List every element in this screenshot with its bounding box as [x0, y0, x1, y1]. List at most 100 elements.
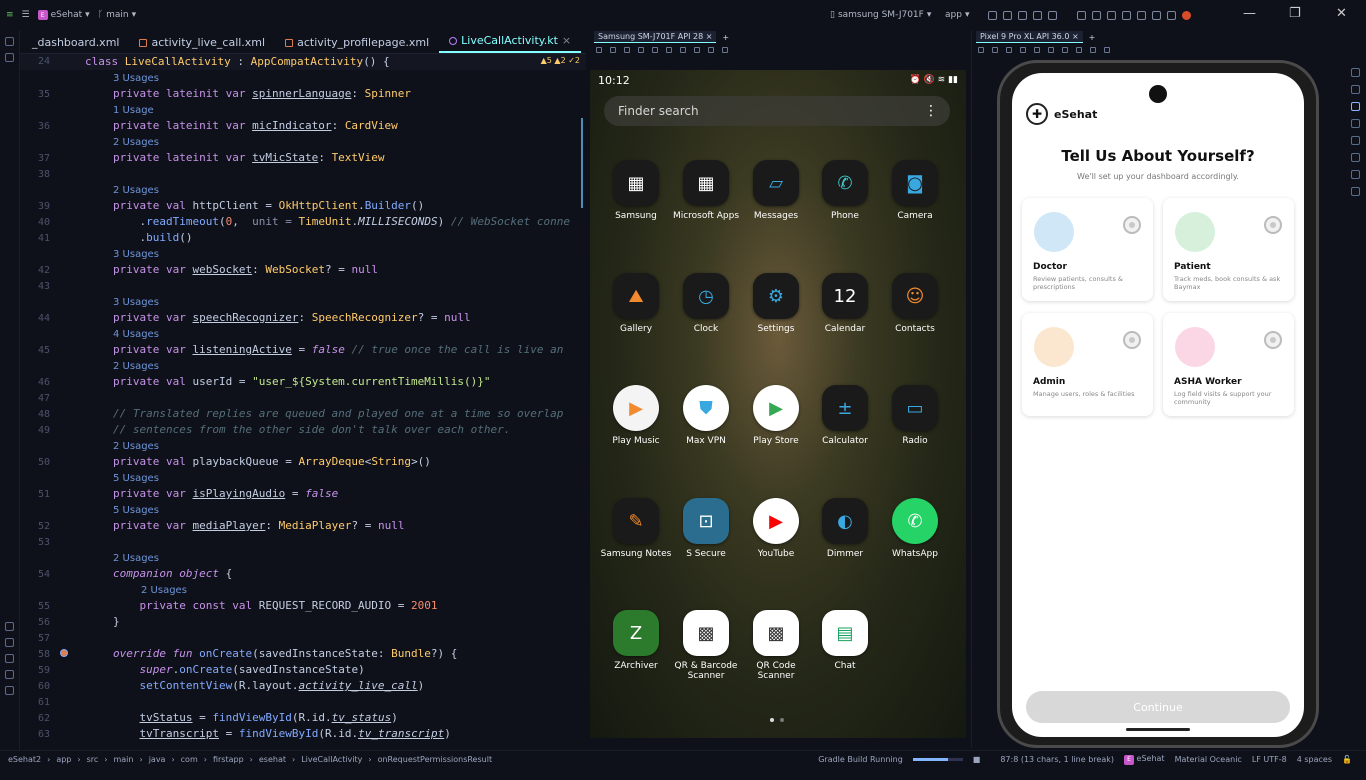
code-line[interactable]: }	[113, 615, 120, 628]
app-contacts[interactable]: ☺ Contacts	[879, 273, 951, 334]
app-samsung[interactable]: ▦ Samsung	[600, 160, 672, 221]
role-card-patient[interactable]: Patient Track meds, book consults & ask …	[1163, 198, 1294, 301]
app-clock[interactable]: ◷ Clock	[670, 273, 742, 334]
more-vert-icon[interactable]: ⋮	[924, 103, 938, 119]
code-line[interactable]: tvTranscript = findViewById(R.id.tv_tran…	[113, 727, 451, 740]
minimize-icon[interactable]: —	[1243, 6, 1256, 21]
code-line[interactable]: private val playbackQueue = ArrayDeque<S…	[113, 455, 431, 468]
code-line[interactable]: private var webSocket: WebSocket? = null	[113, 263, 378, 276]
override-gutter-icon[interactable]	[60, 649, 68, 657]
sticky-header[interactable]: 24 class LiveCallActivity : AppCompatAct…	[20, 54, 586, 70]
continue-button[interactable]: Continue	[1026, 691, 1290, 723]
role-card-asha-worker[interactable]: ASHA Worker Log field visits & support y…	[1163, 313, 1294, 416]
app-youtube[interactable]: ▶ YouTube	[740, 498, 812, 559]
screenshot-icon[interactable]	[1076, 47, 1082, 53]
role-card-doctor[interactable]: Doctor Review patients, consults & presc…	[1022, 198, 1153, 301]
usages-hint[interactable]: 5 Usages	[113, 473, 159, 484]
breadcrumb-item[interactable]: com	[181, 755, 198, 764]
usages-hint[interactable]: 3 Usages	[113, 73, 159, 84]
role-radio[interactable]	[1123, 216, 1141, 234]
tab-activity-profilepage-xml[interactable]: activity_profilepage.xml	[275, 36, 439, 53]
volume-up-icon[interactable]	[610, 47, 616, 53]
device-explorer-icon[interactable]	[1350, 153, 1360, 162]
notifications-icon[interactable]	[1350, 68, 1360, 77]
breadcrumb-item[interactable]: firstapp	[213, 755, 244, 764]
overview-icon[interactable]	[1062, 47, 1068, 53]
theme-widget[interactable]: Material Oceanic	[1175, 755, 1242, 764]
add-tab-icon[interactable]: +	[1089, 33, 1096, 42]
maximize-icon[interactable]: ❐	[1289, 6, 1301, 21]
sync-icon[interactable]	[1092, 10, 1101, 20]
usages-hint[interactable]: 3 Usages	[113, 249, 159, 260]
running-devices-icon[interactable]	[1350, 102, 1360, 111]
breadcrumb-item[interactable]: src	[87, 755, 99, 764]
commit-icon[interactable]	[5, 53, 14, 62]
role-card-admin[interactable]: Admin Manage users, roles & facilities	[1022, 313, 1153, 416]
search-icon[interactable]	[1152, 10, 1161, 20]
settings-icon[interactable]	[1167, 10, 1176, 20]
breadcrumb-item[interactable]: esehat	[259, 755, 286, 764]
avd-icon[interactable]	[1107, 10, 1116, 20]
breadcrumb-item[interactable]: app	[56, 755, 71, 764]
structure-icon[interactable]	[5, 622, 14, 631]
code-line[interactable]: private var isPlayingAudio = false	[113, 487, 338, 500]
usages-hint[interactable]: 5 Usages	[113, 505, 159, 516]
usages-hint[interactable]: 3 Usages	[113, 297, 159, 308]
close-icon[interactable]: ✕	[1336, 6, 1347, 21]
scrollbar[interactable]	[581, 118, 583, 208]
role-radio[interactable]	[1123, 331, 1141, 349]
code-line[interactable]: private val userId = "user_${System.curr…	[113, 375, 491, 388]
app-settings[interactable]: ⚙ Settings	[740, 273, 812, 334]
code-line[interactable]: private var listeningActive = false // t…	[113, 343, 563, 356]
layout-inspector-icon[interactable]	[1137, 10, 1146, 20]
sdk-icon[interactable]	[1122, 10, 1131, 20]
app-calculator[interactable]: ± Calculator	[809, 385, 881, 446]
usages-hint[interactable]: 2 Usages	[113, 137, 159, 148]
app-whatsapp[interactable]: ✆ WhatsApp	[879, 498, 951, 559]
code-line[interactable]: private lateinit var tvMicState: TextVie…	[113, 151, 385, 164]
run-config-selector[interactable]: app ▾	[945, 10, 969, 20]
assistant-icon[interactable]	[1350, 170, 1360, 179]
project-widget[interactable]: E eSehat	[1123, 754, 1165, 765]
code-line[interactable]: tvStatus = findViewById(R.id.tv_status)	[113, 711, 398, 724]
breadcrumb-item[interactable]: java	[149, 755, 166, 764]
app-qr-code-scanner[interactable]: ▩ QR Code Scanner	[740, 610, 812, 681]
home-icon[interactable]	[1048, 47, 1054, 53]
code-line[interactable]: private lateinit var micIndicator: CardV…	[113, 119, 398, 132]
app-qr-barcode-scanner[interactable]: ▩ QR & Barcode Scanner	[670, 610, 742, 681]
app-camera[interactable]: ◙ Camera	[879, 160, 951, 221]
stop-icon[interactable]	[1018, 10, 1027, 20]
role-radio[interactable]	[1264, 216, 1282, 234]
app-microsoft-apps[interactable]: ▦ Microsoft Apps	[670, 160, 742, 221]
usages-hint[interactable]: 2 Usages	[113, 361, 159, 372]
code-line[interactable]: private lateinit var spinnerLanguage: Sp…	[113, 87, 411, 100]
power-icon[interactable]	[596, 47, 602, 53]
usages-hint[interactable]: 1 Usage	[113, 105, 154, 116]
app-calendar[interactable]: 12 Calendar	[809, 273, 881, 334]
indent-widget[interactable]: 4 spaces	[1297, 755, 1332, 764]
hamburger-icon[interactable]: ☰	[22, 10, 30, 20]
more-icon[interactable]	[1048, 10, 1057, 20]
terminal-icon[interactable]	[5, 654, 14, 663]
background-task-label[interactable]: Gradle Build Running	[818, 755, 903, 764]
code-area[interactable]: 3 Usages 35 private lateinit var spinnerLa…	[20, 70, 586, 760]
code-line[interactable]: .build()	[113, 231, 192, 244]
tab-activity-live-call-xml[interactable]: activity_live_call.xml	[129, 36, 275, 53]
app-play-music[interactable]: ▶ Play Music	[600, 385, 672, 446]
back-icon[interactable]	[652, 47, 658, 53]
refresh-icon[interactable]	[988, 10, 997, 20]
attach-icon[interactable]	[1077, 10, 1086, 20]
volume-down-icon[interactable]	[1006, 47, 1012, 53]
branch-selector[interactable]: ᚴ main ▾	[98, 10, 136, 20]
lock-icon[interactable]: 🔓	[1342, 755, 1352, 764]
avatar[interactable]	[1182, 10, 1191, 20]
device-selector[interactable]: ▯ samsung SM-J701F ▾	[830, 10, 931, 20]
code-line[interactable]: override fun onCreate(savedInstanceState…	[113, 647, 457, 660]
overview-icon[interactable]	[680, 47, 686, 53]
caret-position[interactable]: 87:8 (13 chars, 1 line break)	[1000, 755, 1114, 764]
app-zarchiver[interactable]: Z ZArchiver	[600, 610, 672, 671]
menu-icon[interactable]: ≡	[6, 10, 14, 20]
snapshot-icon[interactable]	[1090, 47, 1096, 53]
encoding-widget[interactable]: LF UTF-8	[1252, 755, 1287, 764]
pixel-screen[interactable]: ✚ eSehat Tell Us About Yourself? We'll se…	[1012, 73, 1304, 737]
